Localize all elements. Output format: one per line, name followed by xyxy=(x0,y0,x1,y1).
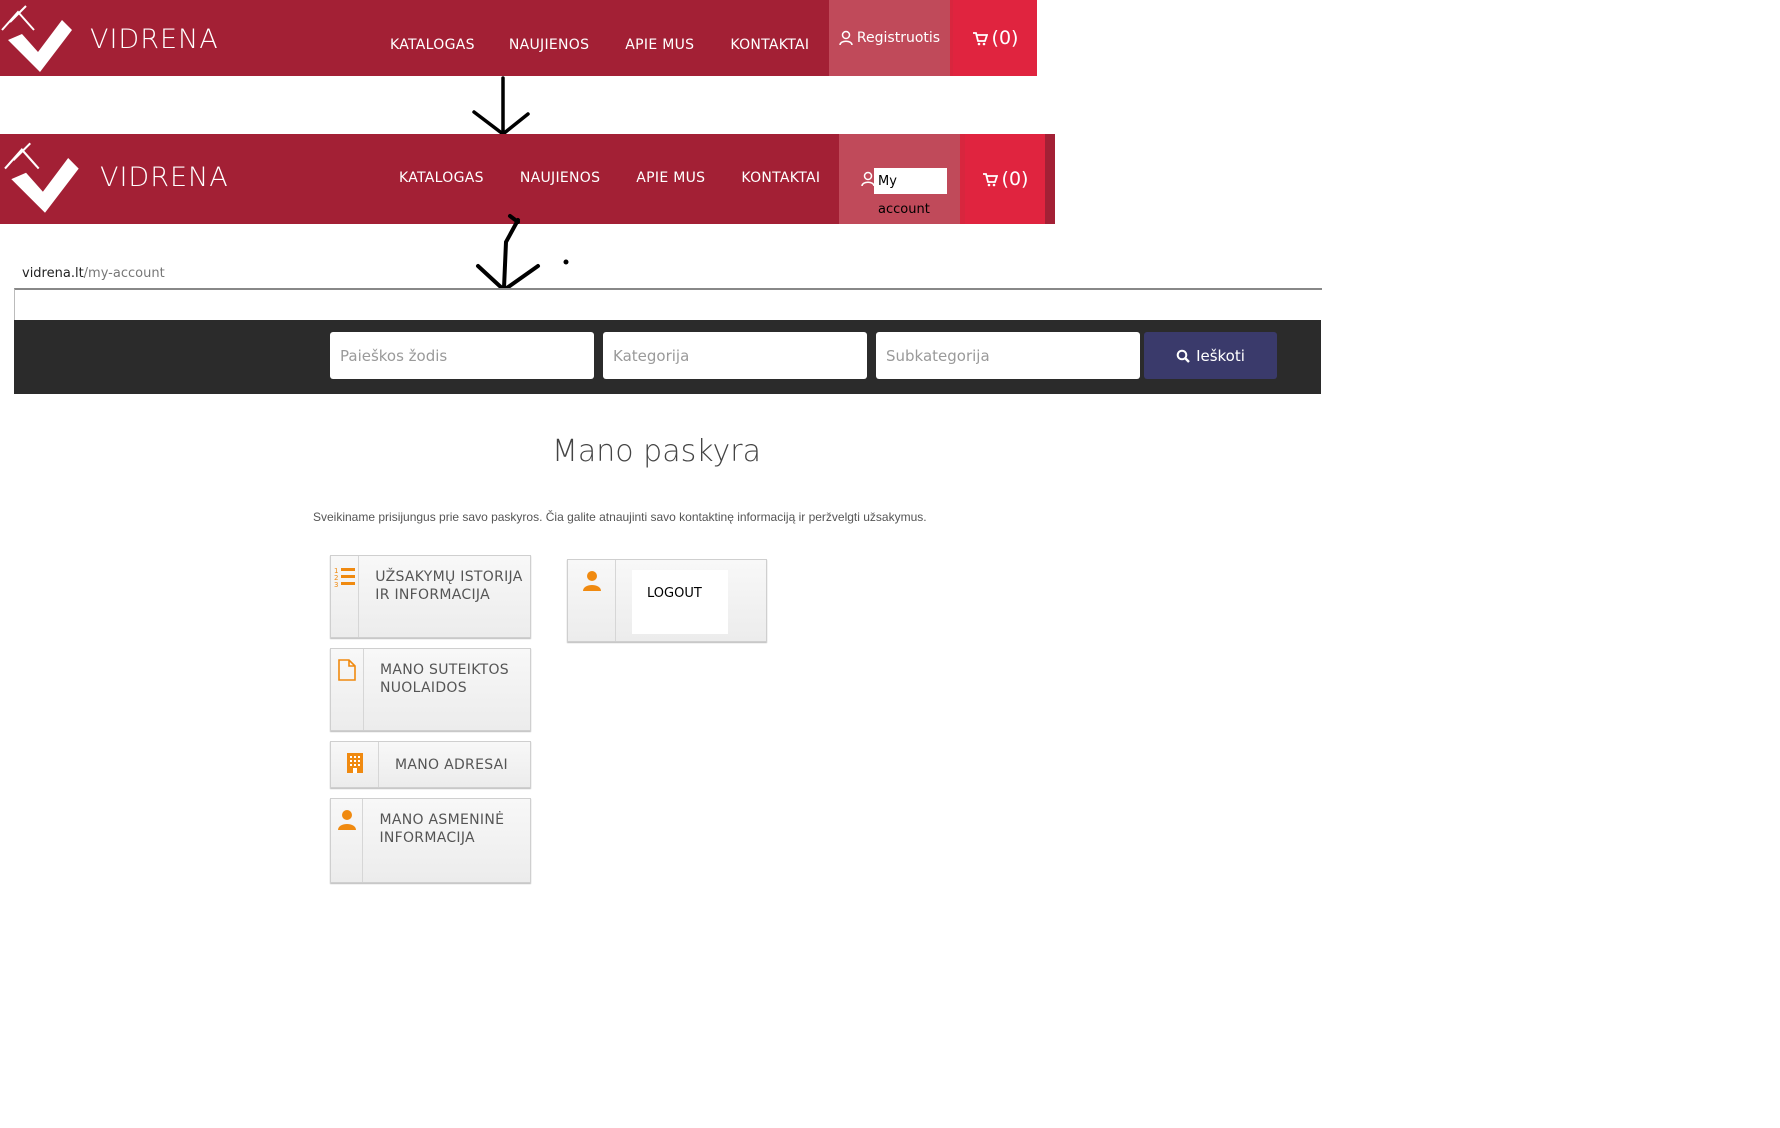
header-bar-after: VIDRENA KATALOGAS NAUJIENOS APIE MUS KON… xyxy=(0,134,1055,224)
nav-naujienos[interactable]: NAUJIENOS xyxy=(509,37,589,53)
page-title: Mano paskyra xyxy=(552,434,762,469)
welcome-text: Sveikiname prisijungus prie savo paskyro… xyxy=(313,510,927,524)
nav-katalogas[interactable]: KATALOGAS xyxy=(390,37,475,53)
search-icon xyxy=(1176,349,1190,363)
tile-addresses[interactable]: Mano adresai xyxy=(330,741,531,788)
document-icon xyxy=(331,649,364,730)
brand-name: VIDRENA xyxy=(100,162,229,193)
cart-button[interactable]: (0) xyxy=(965,134,1045,224)
search-subcategory-input[interactable] xyxy=(876,332,1140,379)
tile-label: Užsakymų istorija ir informacija xyxy=(375,569,523,603)
tile-order-history[interactable]: 123 Užsakymų istorija ir informacija xyxy=(330,555,531,638)
user-outline-icon xyxy=(861,171,875,187)
svg-text:3: 3 xyxy=(334,581,338,588)
brand-name: VIDRENA xyxy=(90,24,219,55)
user-outline-icon xyxy=(839,30,853,46)
tile-label: Mano suteiktos nuolaidos xyxy=(379,662,509,696)
building-icon xyxy=(331,742,379,787)
tile-label: Mano asmeninė informacija xyxy=(379,812,505,846)
tile-label: Mano adresai xyxy=(395,756,508,773)
nav-naujienos[interactable]: NAUJIENOS xyxy=(520,170,600,186)
search-category-input[interactable] xyxy=(603,332,867,379)
vidrena-logo[interactable] xyxy=(0,137,90,217)
url-path: /my-account xyxy=(83,266,165,281)
nav-apie-mus[interactable]: APIE MUS xyxy=(636,170,705,186)
tile-personal-info[interactable]: Mano asmeninė informacija xyxy=(330,798,531,883)
header-bar-before: VIDRENA KATALOGAS NAUJIENOS APIE MUS KON… xyxy=(0,0,1037,76)
address-strip xyxy=(14,288,1322,322)
register-button[interactable]: Registruotis xyxy=(829,0,950,76)
user-icon xyxy=(331,799,364,882)
search-keyword-input[interactable] xyxy=(330,332,594,379)
cart-count: (0) xyxy=(1001,168,1029,190)
my-account-label[interactable]: My account xyxy=(874,168,947,217)
search-button-label: Ieškoti xyxy=(1196,346,1245,365)
url-domain: vidrena.lt xyxy=(22,266,84,281)
search-button[interactable]: Ieškoti xyxy=(1144,332,1277,379)
nav-kontaktai[interactable]: KONTAKTAI xyxy=(730,37,809,53)
logout-label[interactable]: LOGOUT xyxy=(632,570,728,634)
down-arrow-icon xyxy=(476,214,569,292)
tile-label xyxy=(616,560,632,641)
nav-katalogas[interactable]: KATALOGAS xyxy=(399,170,484,186)
nav-apie-mus[interactable]: APIE MUS xyxy=(625,37,694,53)
cart-count: (0) xyxy=(991,27,1019,49)
cart-icon xyxy=(972,31,988,45)
down-arrow-icon xyxy=(472,76,530,137)
search-bar: Ieškoti xyxy=(14,320,1321,394)
nav-kontaktai[interactable]: KONTAKTAI xyxy=(741,170,820,186)
vidrena-logo[interactable] xyxy=(0,0,80,76)
cart-icon xyxy=(982,172,998,186)
user-icon xyxy=(568,560,616,641)
cart-button[interactable]: (0) xyxy=(953,0,1037,76)
tile-discounts[interactable]: Mano suteiktos nuolaidos xyxy=(330,648,531,731)
register-label: Registruotis xyxy=(856,30,941,46)
page-url: vidrena.lt/my-account xyxy=(22,266,165,281)
list-ordered-icon: 123 xyxy=(331,556,360,637)
